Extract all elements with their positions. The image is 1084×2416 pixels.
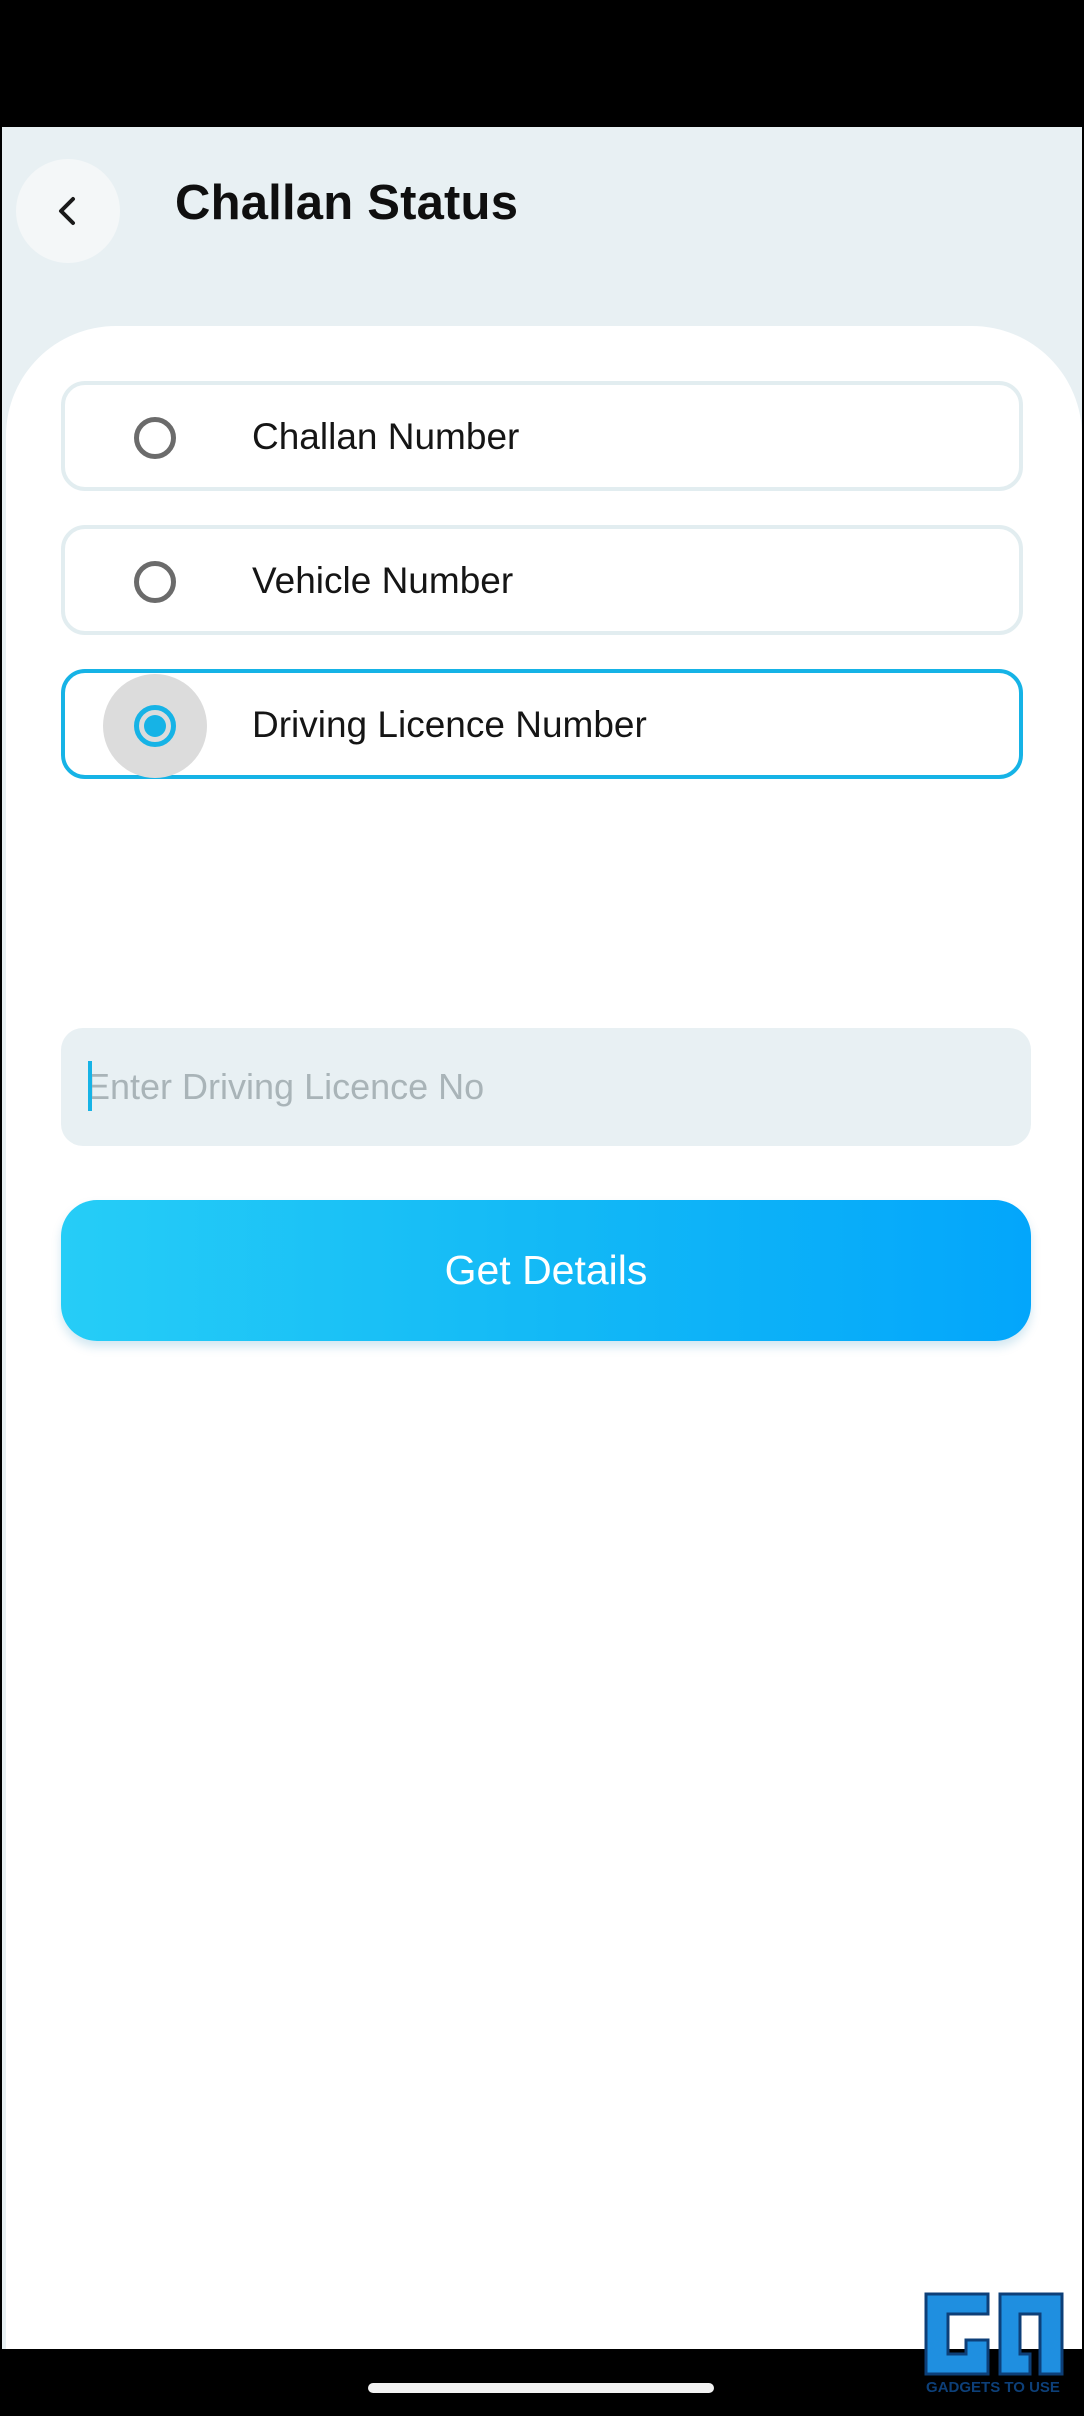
back-button[interactable]: [16, 159, 120, 263]
licence-number-input[interactable]: [86, 1028, 1006, 1146]
option-label: Challan Number: [252, 416, 520, 457]
page-title: Challan Status: [175, 176, 519, 230]
option-vehicle-number[interactable]: Vehicle Number: [61, 525, 1023, 635]
home-indicator[interactable]: [368, 2383, 714, 2393]
gadgets-to-use-logo: GADGETS TO USE: [924, 2292, 1064, 2396]
licence-input-box[interactable]: [61, 1028, 1031, 1146]
radio-halo: [103, 386, 207, 490]
get-details-button[interactable]: Get Details: [61, 1200, 1031, 1341]
screen: Challan Status Challan Number Vehicle Nu…: [0, 0, 1084, 2416]
radio-button-unselected[interactable]: [134, 561, 176, 603]
option-label: Driving Licence Number: [252, 704, 647, 745]
chevron-left-icon: [59, 197, 75, 225]
option-driving-licence-number[interactable]: Driving Licence Number: [61, 669, 1023, 779]
option-challan-number[interactable]: Challan Number: [61, 381, 1023, 491]
text-caret: [88, 1061, 92, 1111]
radio-selected-dot: [144, 715, 166, 737]
status-bar: [0, 0, 1084, 127]
radio-button-unselected[interactable]: [134, 417, 176, 459]
search-card: Challan Number Vehicle Number Driving Li…: [6, 326, 1082, 2349]
app-container: Challan Status Challan Number Vehicle Nu…: [2, 127, 1082, 2349]
radio-halo: [103, 674, 207, 778]
radio-button-selected[interactable]: [134, 705, 176, 747]
radio-halo: [103, 530, 207, 634]
option-label: Vehicle Number: [252, 560, 514, 601]
svg-text:GADGETS TO USE: GADGETS TO USE: [926, 2379, 1060, 2396]
